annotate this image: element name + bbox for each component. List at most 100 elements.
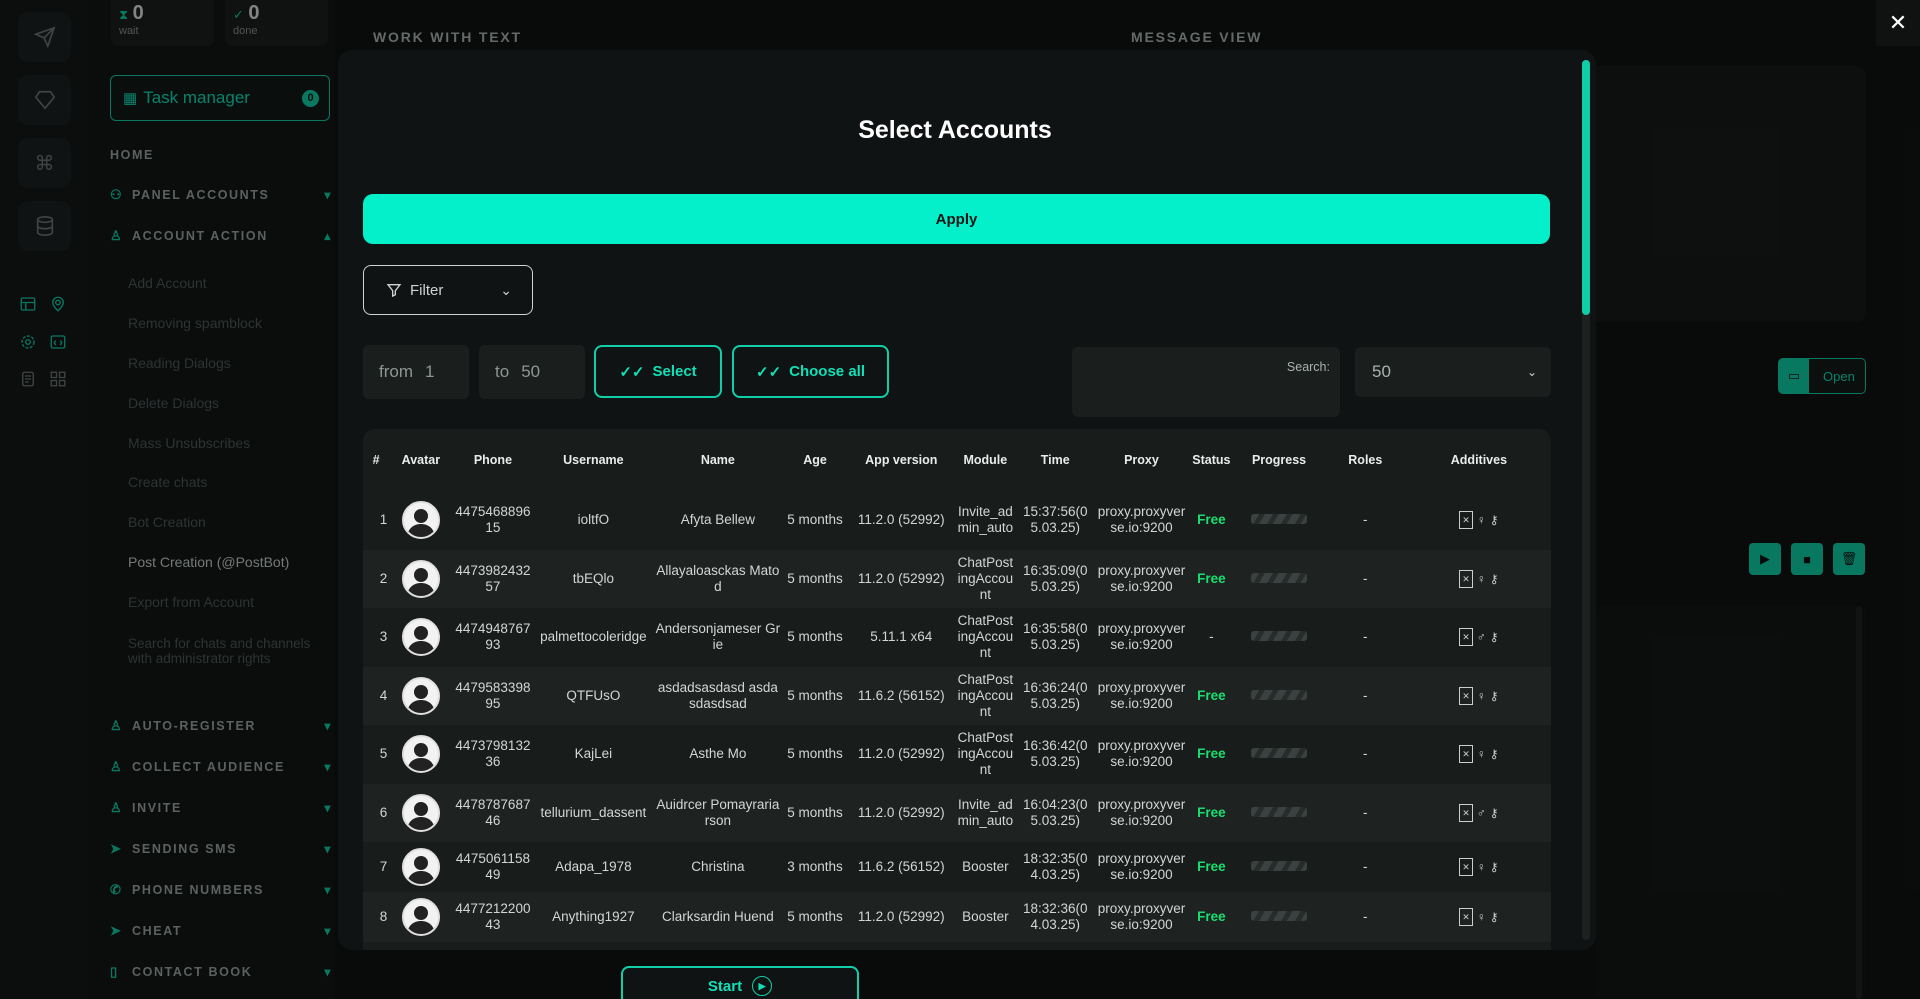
cell-proxy: proxy.proxyverse.io:9200 — [1097, 851, 1186, 882]
cell-time: 15:37:56(05.03.25) — [1022, 504, 1088, 536]
cell-proxy: proxy.proxyverse.io:9200 — [1097, 621, 1186, 653]
additives-cell: ✕ ♀ ⚷ — [1407, 842, 1551, 892]
cell-proxy: proxy.proxyverse.io:9200 — [1097, 504, 1186, 536]
cell-age: 3 months — [787, 859, 843, 874]
cell-n: 8 — [379, 909, 388, 924]
progress-bar — [1251, 572, 1308, 583]
close-button[interactable]: ✕ — [1876, 0, 1920, 46]
close-icon: ✕ — [1888, 10, 1908, 35]
cell-roles: - — [1363, 804, 1368, 820]
user-silhouette-icon — [406, 567, 435, 596]
cell-status: Free — [1197, 746, 1226, 762]
spam-block-icon: ✕ — [1459, 908, 1473, 926]
key-icon: ⚷ — [1489, 747, 1499, 762]
cell-age: 5 months — [787, 570, 843, 586]
cell-module: ChatPostingAccount — [957, 554, 1014, 602]
key-icon: ⚷ — [1489, 571, 1499, 586]
choose-all-label: Choose all — [789, 363, 865, 380]
table-row[interactable]: 3 447494876793 palmettocoleridge Andersonja… — [363, 608, 1551, 667]
gender-icon: ♂ — [1476, 805, 1486, 820]
table-row[interactable]: 6 447878768746 tellurium_dassent Auidrcer P… — [363, 783, 1551, 843]
select-button[interactable]: ✓✓ Select — [594, 345, 722, 398]
cell-module: Invite_admin_auto — [957, 796, 1014, 828]
progress-cell — [1234, 892, 1324, 942]
cell-phone: 447398243257 — [455, 562, 531, 594]
spam-block-icon: ✕ — [1459, 858, 1473, 876]
avatar — [401, 898, 440, 936]
cell-roles: - — [1363, 859, 1368, 874]
cell-app: 11.2.0 (52992) — [857, 512, 945, 528]
search-input[interactable]: Search: — [1072, 347, 1340, 417]
gender-icon: ♀ — [1476, 571, 1486, 586]
progress-bar — [1251, 911, 1308, 921]
cell-status: Free — [1197, 859, 1226, 874]
user-silhouette-icon — [406, 626, 435, 655]
col-header-status: Status — [1192, 453, 1231, 467]
progress-bar — [1251, 514, 1308, 525]
table-row[interactable]: 8 447721220043 Anything1927 Clarksardin Hue… — [363, 892, 1551, 942]
search-label: Search: — [1286, 360, 1330, 374]
key-icon: ⚷ — [1489, 513, 1499, 528]
cell-app: 11.2.0 (52992) — [857, 570, 945, 586]
col-header-roles: Roles — [1348, 453, 1383, 467]
cell-name: asdadsasdasd asdasdasdsad — [657, 679, 778, 711]
cell-username: Anything1927 — [552, 909, 635, 924]
table-row[interactable]: 4 447958339895 QTFUsO asdadsasdasd asdasdas… — [363, 666, 1551, 726]
cell-app: 11.6.2 (56152) — [857, 687, 945, 703]
user-silhouette-icon — [406, 684, 435, 713]
table-row[interactable]: 5 447379813236 KajLei Asthe Mo 5 months 11.2.… — [363, 725, 1551, 784]
table-row[interactable]: 1 447546889615 ioltfO Afyta Bellew 5 months 1… — [363, 491, 1551, 550]
filter-label: Filter — [410, 281, 444, 299]
cell-n: 2 — [379, 570, 388, 586]
avatar-cell — [389, 667, 452, 726]
cell-age: 5 months — [787, 512, 843, 528]
additives-cell: ✕ ♂ ⚷ — [1407, 784, 1551, 843]
spam-block-icon: ✕ — [1459, 628, 1473, 647]
cell-proxy: proxy.proxyverse.io:9200 — [1097, 738, 1186, 770]
choose-all-button[interactable]: ✓✓ Choose all — [732, 345, 889, 398]
avatar — [401, 618, 440, 657]
table-row[interactable]: 7 447506115849 Adapa_1978 Christina 3 months… — [363, 842, 1551, 892]
cell-username: Adapa_1978 — [555, 859, 632, 874]
additives-cell: ✕ ♀ ⚷ — [1407, 491, 1551, 550]
cell-username: palmettocoleridge — [540, 629, 647, 645]
cell-status: Free — [1197, 687, 1226, 703]
avatar — [401, 848, 440, 886]
table-header-row: # Avatar Phone Username Name Age App ver… — [363, 429, 1551, 491]
from-input[interactable]: from 1 — [363, 345, 469, 399]
col-header-index: # — [372, 453, 380, 467]
cell-n: 1 — [379, 512, 388, 528]
filter-dropdown[interactable]: Filter ⌄ — [363, 265, 533, 315]
gender-icon: ♀ — [1476, 747, 1486, 762]
cell-name: Andersonjameser Grie — [655, 621, 781, 653]
apply-button[interactable]: Apply — [363, 194, 1550, 244]
modal-scrollbar-thumb[interactable] — [1582, 60, 1590, 315]
col-header-module: Module — [963, 453, 1008, 467]
avatar — [401, 501, 440, 540]
progress-bar — [1251, 861, 1308, 871]
key-icon: ⚷ — [1489, 688, 1499, 703]
progress-cell — [1234, 550, 1324, 609]
table-row[interactable]: 2 447398243257 tbEQlo Allayaloasckas Matod 5… — [363, 549, 1551, 609]
cell-module: ChatPostingAccount — [957, 730, 1014, 778]
cell-app: 11.2.0 (52992) — [857, 909, 945, 924]
additives-cell: ✕ ♀ ⚷ — [1407, 667, 1551, 726]
cell-n: 4 — [379, 687, 388, 703]
cell-username: KajLei — [574, 746, 613, 762]
cell-n: 7 — [379, 859, 388, 874]
avatar — [401, 793, 440, 832]
select-label: Select — [652, 363, 697, 380]
avatar-cell — [389, 550, 452, 609]
gender-icon: ♀ — [1476, 513, 1486, 528]
chevron-down-icon: ⌄ — [1526, 365, 1537, 379]
cell-username: tellurium_dassent — [540, 804, 647, 820]
start-button[interactable]: Start ▶ — [621, 966, 859, 999]
cell-age: 5 months — [787, 629, 843, 645]
col-header-proxy: Proxy — [1124, 453, 1159, 467]
avatar-cell — [389, 608, 452, 667]
avatar-cell — [389, 491, 452, 550]
cell-n: 5 — [379, 746, 388, 762]
to-input[interactable]: to 50 — [479, 345, 585, 399]
progress-cell — [1234, 491, 1324, 550]
page-size-select[interactable]: 50 ⌄ — [1355, 347, 1551, 397]
